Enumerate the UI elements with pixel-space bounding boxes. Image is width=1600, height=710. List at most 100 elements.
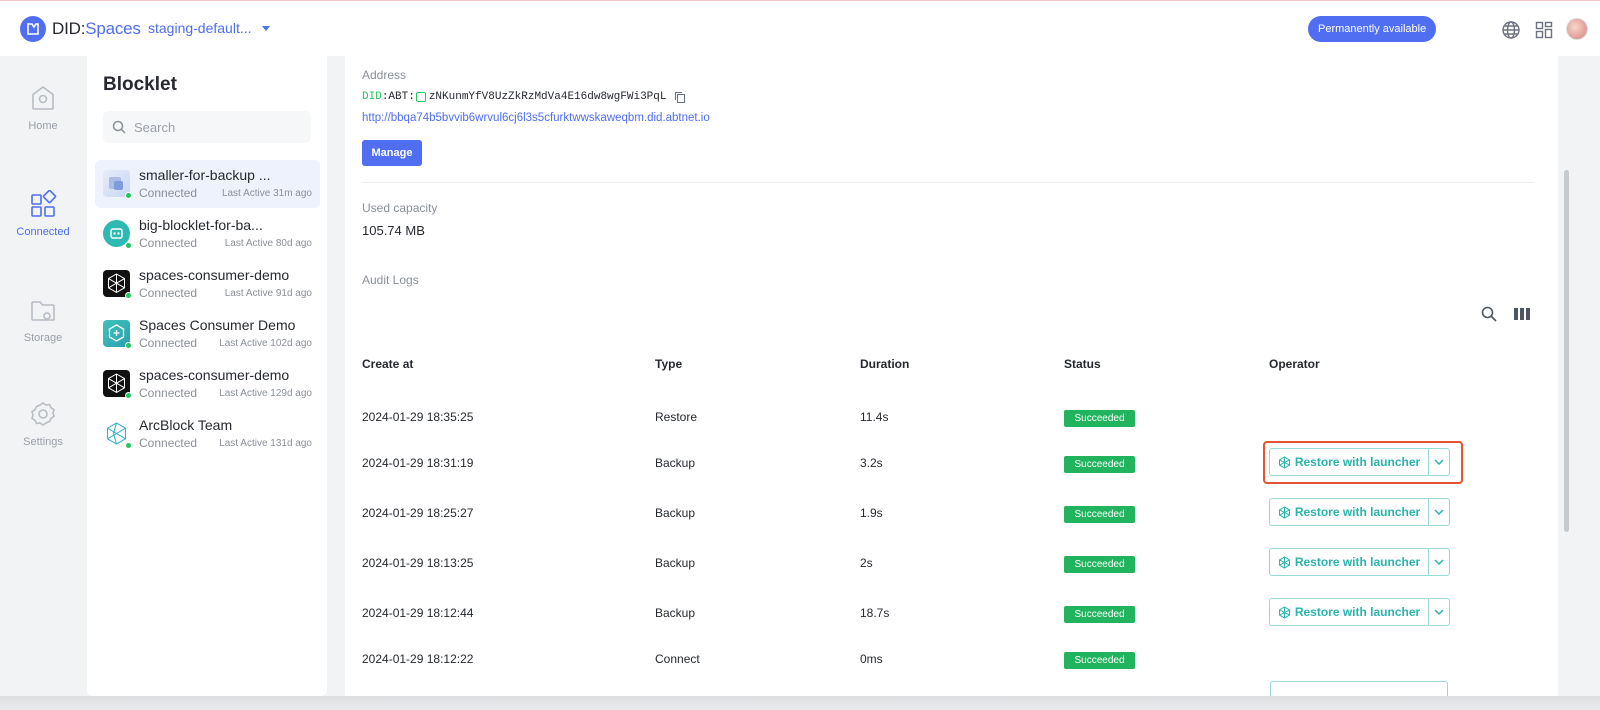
restore-label: Restore with launcher <box>1294 555 1421 569</box>
restore-with-launcher-button[interactable]: Restore with launcher <box>1270 499 1429 525</box>
cell-duration: 18.7s <box>860 606 890 620</box>
cell-type: Backup <box>655 556 696 570</box>
space-name: staging-default... <box>148 20 252 36</box>
status-badge: Succeeded <box>1064 556 1135 573</box>
rail-label-connected: Connected <box>16 226 70 238</box>
address-label: Address <box>362 68 407 82</box>
col-header-type[interactable]: Type <box>655 357 682 371</box>
rail-item-settings[interactable]: Settings <box>0 400 86 448</box>
blocklet-name: big-blocklet-for-ba... <box>139 217 263 233</box>
did-address: DID :ABT: zNKunmYfV8UzZkRzMdVa4E16dw8wgF… <box>362 91 686 104</box>
table-search-icon[interactable] <box>1480 305 1498 323</box>
columns-icon[interactable] <box>1513 305 1531 323</box>
online-dot <box>125 242 132 249</box>
rail-item-connected[interactable]: Connected <box>0 190 86 238</box>
restore-options-dropdown[interactable] <box>1429 499 1449 525</box>
blocklet-last-active: Last Active 80d ago <box>224 238 312 249</box>
restore-button-group: Restore with launcher <box>1269 598 1450 626</box>
status-badge: Succeeded <box>1064 456 1135 473</box>
col-header-create-at[interactable]: Create at <box>362 357 413 371</box>
col-header-status[interactable]: Status <box>1064 357 1101 371</box>
rail-item-home[interactable]: Home <box>0 84 86 132</box>
blocklet-last-active: Last Active 31m ago <box>221 188 312 199</box>
grid-icon <box>31 190 57 217</box>
blocklet-status: Connected <box>139 336 198 350</box>
globe-icon[interactable] <box>1500 19 1522 41</box>
blocklet-item[interactable]: smaller-for-backup ... Connected Last Ac… <box>95 160 320 208</box>
blocklet-avatar <box>103 420 132 449</box>
blocklet-item[interactable]: spaces-consumer-demo Connected Last Acti… <box>95 260 320 308</box>
cell-duration: 0ms <box>860 652 883 666</box>
blocklet-name: spaces-consumer-demo <box>139 367 290 383</box>
online-dot <box>125 342 132 349</box>
cell-type: Restore <box>655 410 698 424</box>
cell-created: 2024-01-29 18:13:25 <box>362 556 474 570</box>
manage-button[interactable]: Manage <box>362 140 422 166</box>
chevron-down-icon <box>1434 609 1444 615</box>
blocklet-name: Spaces Consumer Demo <box>139 317 296 333</box>
restore-button-group: Restore with launcher <box>1269 548 1450 576</box>
address-url-link[interactable]: http://bbqa74b5bvvib6wrvul6cj6l3s5cfurkt… <box>362 112 710 124</box>
left-rail: Home Connected Storage Settings <box>0 56 86 710</box>
did-value: zNKunmYfV8UzZkRzMdVa4E16dw8wgFWi3PqL <box>428 91 667 103</box>
restore-options-dropdown[interactable] <box>1429 549 1449 575</box>
cell-duration: 3.2s <box>860 456 883 470</box>
gear-icon <box>31 402 55 426</box>
cell-created: 2024-01-29 18:35:25 <box>362 410 474 424</box>
logo-text: DID:Spaces <box>52 19 141 38</box>
panel-title: Blocklet <box>103 74 177 95</box>
blocklet-item[interactable]: Spaces Consumer Demo Connected Last Acti… <box>95 310 320 358</box>
restore-button-partial[interactable] <box>1270 681 1448 696</box>
cell-duration: 2s <box>860 556 873 570</box>
rail-label-settings: Settings <box>23 436 63 448</box>
rail-item-storage[interactable]: Storage <box>0 296 86 344</box>
top-bar: DID:Spaces staging-default... Permanentl… <box>0 0 1600 56</box>
restore-options-dropdown[interactable] <box>1429 599 1449 625</box>
blocklet-panel: Blocklet smaller-for-backup ... Connecte… <box>87 56 327 696</box>
blocklet-name: smaller-for-backup ... <box>139 167 271 183</box>
space-switcher[interactable]: staging-default... <box>148 20 270 36</box>
chevron-down-icon <box>1434 559 1444 565</box>
app-logo[interactable]: DID:Spaces <box>20 16 141 42</box>
divider <box>362 182 1534 183</box>
launcher-icon <box>1278 605 1291 619</box>
home-icon <box>32 86 54 110</box>
caret-down-icon <box>261 25 270 31</box>
blocklet-status: Connected <box>139 236 198 250</box>
cell-created: 2024-01-29 18:25:27 <box>362 506 474 520</box>
cell-type: Backup <box>655 506 696 520</box>
online-dot <box>125 192 132 199</box>
logo-icon <box>20 16 46 42</box>
audit-logs-label: Audit Logs <box>362 273 419 287</box>
blocklet-avatar <box>103 220 132 249</box>
copy-icon[interactable] <box>674 91 686 104</box>
bottom-edge <box>0 696 1600 710</box>
col-header-operator[interactable]: Operator <box>1269 357 1320 371</box>
blocklet-avatar <box>103 370 132 399</box>
restore-with-launcher-button[interactable]: Restore with launcher <box>1270 549 1429 575</box>
blocklet-status: Connected <box>139 286 198 300</box>
restore-with-launcher-button[interactable]: Restore with launcher <box>1270 599 1429 625</box>
blocklet-name: spaces-consumer-demo <box>139 267 290 283</box>
highlight-box <box>1263 441 1463 484</box>
blocklet-search[interactable] <box>103 111 311 143</box>
cell-duration: 11.4s <box>860 410 889 424</box>
cell-created: 2024-01-29 18:12:22 <box>362 652 474 666</box>
scrollbar-thumb[interactable] <box>1564 170 1569 532</box>
user-avatar[interactable] <box>1566 18 1588 40</box>
blocklet-item[interactable]: spaces-consumer-demo Connected Last Acti… <box>95 360 320 408</box>
search-input[interactable] <box>134 119 304 135</box>
online-dot <box>125 442 132 449</box>
apps-grid-icon[interactable] <box>1533 19 1555 41</box>
col-header-duration[interactable]: Duration <box>860 357 909 371</box>
blocklet-item[interactable]: big-blocklet-for-ba... Connected Last Ac… <box>95 210 320 258</box>
permanently-available-badge[interactable]: Permanently available <box>1308 16 1437 42</box>
status-badge: Succeeded <box>1064 506 1135 523</box>
blocklet-status: Connected <box>139 186 198 200</box>
blocklet-status: Connected <box>139 386 198 400</box>
blocklet-status: Connected <box>139 436 198 450</box>
blocklet-avatar <box>103 170 132 199</box>
blocklet-avatar <box>103 320 132 349</box>
restore-button-group: Restore with launcher <box>1269 498 1450 526</box>
blocklet-item[interactable]: ArcBlock Team Connected Last Active 131d… <box>95 410 320 458</box>
